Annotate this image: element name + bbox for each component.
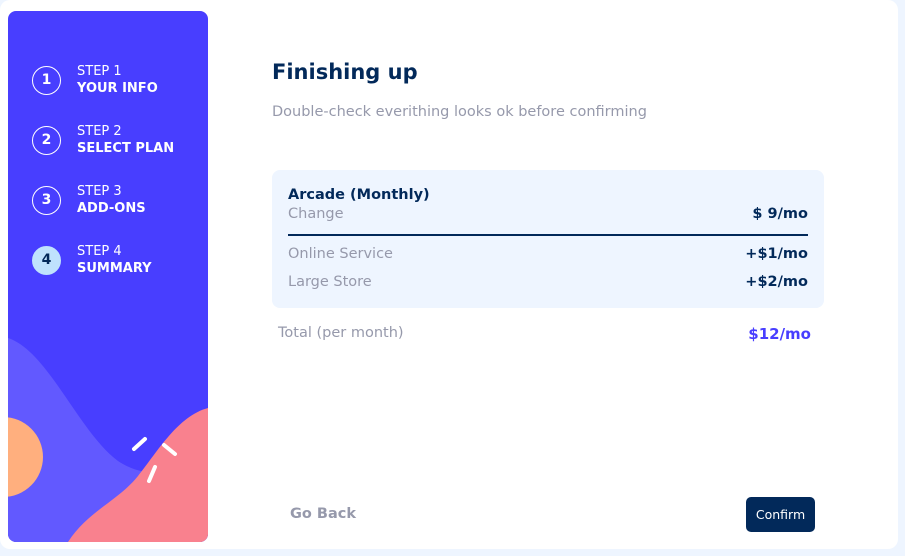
addon-price-online-service: +$1/mo <box>745 246 808 262</box>
form-card: 1 STEP 1 YOUR INFO 2 STEP 2 SELECT PLAN … <box>0 0 898 549</box>
step-label-4: SUMMARY <box>77 261 152 276</box>
step-caption-4: STEP 4 <box>77 244 122 259</box>
addon-name-large-store: Large Store <box>288 274 372 290</box>
step-number-1: 1 <box>32 65 61 95</box>
page-title: Finishing up <box>272 60 418 84</box>
summary-divider <box>288 234 808 236</box>
total-label: Total (per month) <box>278 325 404 341</box>
step-item-3[interactable]: 3 STEP 3 ADD-ONS <box>32 183 146 217</box>
step-number-4: 4 <box>32 245 61 275</box>
go-back-button[interactable]: Go Back <box>290 506 356 522</box>
step-label-1: YOUR INFO <box>77 81 158 96</box>
sidebar: 1 STEP 1 YOUR INFO 2 STEP 2 SELECT PLAN … <box>8 11 208 542</box>
total-value: $12/mo <box>748 325 811 343</box>
confirm-button[interactable]: Confirm <box>746 497 815 532</box>
order-summary: Arcade (Monthly) Change $ 9/mo Online Se… <box>272 170 824 308</box>
step-item-2[interactable]: 2 STEP 2 SELECT PLAN <box>32 123 174 157</box>
plan-price: $ 9/mo <box>752 206 808 222</box>
step-label-2: SELECT PLAN <box>77 141 175 156</box>
step-caption-1: STEP 1 <box>77 64 122 79</box>
step-caption-3: STEP 3 <box>77 184 122 199</box>
page-subtitle: Double-check everithing looks ok before … <box>272 104 647 120</box>
addon-price-large-store: +$2/mo <box>745 274 808 290</box>
step-item-4[interactable]: 4 STEP 4 SUMMARY <box>32 243 152 277</box>
step-label-3: ADD-ONS <box>77 201 146 216</box>
step-number-3: 3 <box>32 185 61 215</box>
addon-name-online-service: Online Service <box>288 246 393 262</box>
step-item-1[interactable]: 1 STEP 1 YOUR INFO <box>32 63 158 97</box>
step-number-2: 2 <box>32 125 61 155</box>
change-plan-link[interactable]: Change <box>288 206 344 222</box>
plan-name: Arcade (Monthly) <box>288 187 430 203</box>
step-caption-2: STEP 2 <box>77 124 122 139</box>
